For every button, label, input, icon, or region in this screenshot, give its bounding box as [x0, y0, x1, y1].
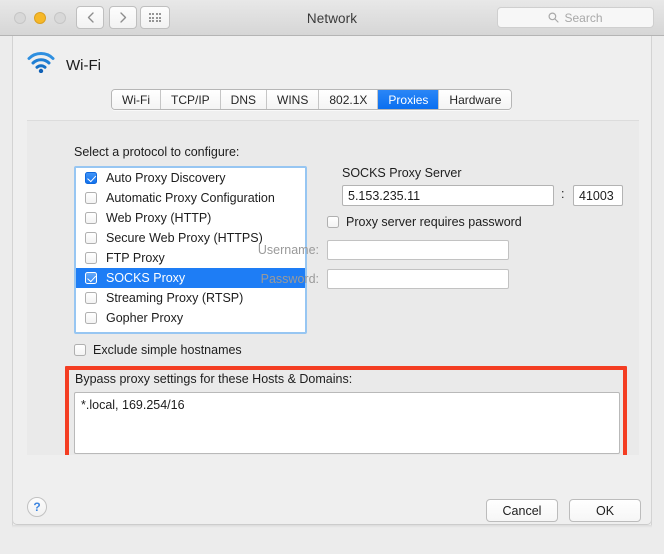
checkbox-automatic-proxy-configuration[interactable] — [85, 192, 97, 204]
tab-wifi[interactable]: Wi-Fi — [112, 90, 161, 109]
checkbox-requires-password[interactable] — [327, 216, 339, 228]
checkbox-web-proxy-http[interactable] — [85, 212, 97, 224]
proxies-tab-bar: Wi-Fi TCP/IP DNS WINS 802.1X Proxies Har… — [111, 89, 513, 110]
checkbox-auto-proxy-discovery[interactable] — [85, 172, 97, 184]
search-placeholder: Search — [564, 10, 603, 25]
password-label: Password: — [260, 272, 319, 286]
exclude-simple-hostnames-label: Exclude simple hostnames — [93, 343, 242, 357]
window-bottom-shadow — [12, 525, 652, 528]
bypass-proxy-textarea[interactable]: *.local, 169.254/16 — [74, 392, 620, 454]
password-row: Password: — [231, 269, 509, 289]
protocol-label: SOCKS Proxy — [106, 271, 186, 285]
protocol-label: Streaming Proxy (RTSP) — [106, 291, 244, 305]
exclude-simple-hostnames-row[interactable]: Exclude simple hostnames — [74, 343, 242, 357]
cancel-button[interactable]: Cancel — [486, 499, 558, 522]
checkbox-socks-proxy[interactable] — [85, 272, 97, 284]
proxy-server-port-input[interactable]: 41003 — [573, 185, 623, 206]
checkbox-ftp-proxy[interactable] — [85, 252, 97, 264]
tab-hardware[interactable]: Hardware — [439, 90, 512, 109]
checkbox-secure-web-proxy-https[interactable] — [85, 232, 97, 244]
checkbox-gopher-proxy[interactable] — [85, 312, 97, 324]
socks-proxy-server-title: SOCKS Proxy Server — [342, 166, 462, 180]
password-field[interactable] — [327, 269, 509, 289]
checkbox-streaming-proxy-rtsp[interactable] — [85, 292, 97, 304]
proxy-server-host-input[interactable]: 5.153.235.11 — [342, 185, 554, 206]
search-icon — [548, 12, 560, 23]
wifi-icon — [27, 52, 55, 78]
username-row: Username: — [231, 240, 509, 260]
search-input[interactable]: Search — [497, 7, 654, 28]
tab-tcpip[interactable]: TCP/IP — [160, 90, 221, 109]
protocol-label: FTP Proxy — [106, 251, 165, 265]
host-port-separator: : — [561, 187, 565, 201]
tab-dns[interactable]: DNS — [220, 90, 267, 109]
protocol-list-label: Select a protocol to configure: — [74, 145, 240, 159]
username-label: Username: — [257, 243, 319, 257]
bypass-proxy-label: Bypass proxy settings for these Hosts & … — [75, 372, 353, 386]
title-bar: Network Search — [0, 0, 664, 36]
tab-proxies[interactable]: Proxies — [378, 90, 440, 109]
requires-password-checkbox-row[interactable]: Proxy server requires password — [327, 215, 522, 229]
protocol-row-gopher-proxy[interactable]: Gopher Proxy — [76, 308, 305, 328]
tab-8021x[interactable]: 802.1X — [319, 90, 379, 109]
service-header: Wi-Fi — [27, 52, 101, 78]
tab-wins[interactable]: WINS — [267, 90, 320, 109]
protocol-row-streaming-proxy-rtsp[interactable]: Streaming Proxy (RTSP) — [76, 288, 305, 308]
help-button[interactable]: ? — [27, 497, 47, 517]
protocol-row-web-proxy-http[interactable]: Web Proxy (HTTP) — [76, 208, 305, 228]
service-name: Wi-Fi — [66, 56, 101, 74]
protocol-label: Gopher Proxy — [106, 311, 184, 325]
network-preferences-window: Network Search Wi-Fi Wi-Fi TCP/IP DNS WI… — [0, 0, 664, 554]
protocol-label: Auto Proxy Discovery — [106, 171, 226, 185]
protocol-row-automatic-proxy-configuration[interactable]: Automatic Proxy Configuration — [76, 188, 305, 208]
protocol-row-auto-proxy-discovery[interactable]: Auto Proxy Discovery — [76, 168, 305, 188]
proxies-panel: Select a protocol to configure: Auto Pro… — [27, 120, 639, 507]
proxies-sheet: Wi-Fi Wi-Fi TCP/IP DNS WINS 802.1X Proxi… — [12, 36, 652, 525]
ok-button[interactable]: OK — [569, 499, 641, 522]
protocol-label: Automatic Proxy Configuration — [106, 191, 275, 205]
protocol-label: Web Proxy (HTTP) — [106, 211, 212, 225]
sheet-footer: ? Cancel OK — [12, 455, 652, 525]
username-field[interactable] — [327, 240, 509, 260]
requires-password-label: Proxy server requires password — [346, 215, 522, 229]
checkbox-exclude-simple-hostnames[interactable] — [74, 344, 86, 356]
